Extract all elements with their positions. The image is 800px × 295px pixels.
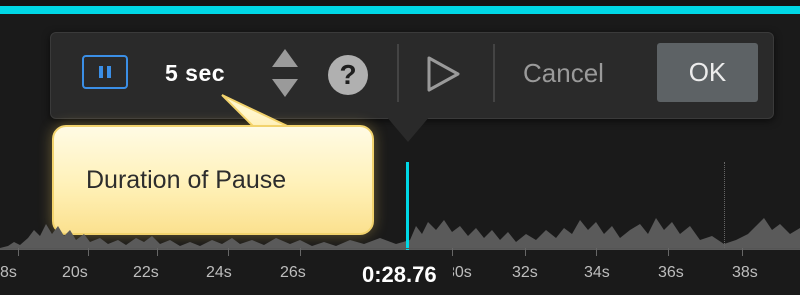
accent-line bbox=[0, 6, 800, 14]
ok-button[interactable]: OK bbox=[657, 43, 758, 102]
ruler-label: 26s bbox=[280, 264, 306, 281]
help-button[interactable]: ? bbox=[328, 55, 368, 95]
ruler-label: 34s bbox=[584, 264, 610, 281]
ruler-label: 8s bbox=[0, 264, 17, 281]
divider bbox=[397, 44, 399, 102]
ruler-tick bbox=[157, 248, 158, 256]
divider bbox=[493, 44, 495, 102]
ruler-label: 32s bbox=[512, 264, 538, 281]
play-button[interactable] bbox=[425, 55, 461, 93]
ruler-tick bbox=[596, 248, 597, 256]
play-icon bbox=[427, 56, 460, 92]
ruler-label: 20s bbox=[62, 264, 88, 281]
pause-button[interactable] bbox=[82, 55, 128, 89]
stepper-up-icon[interactable] bbox=[272, 49, 298, 67]
ruler-tick bbox=[742, 248, 743, 256]
marker-line bbox=[724, 162, 725, 248]
ruler-tick bbox=[452, 248, 453, 256]
ruler-label: 38s bbox=[732, 264, 758, 281]
current-time-readout: 0:28.76 bbox=[362, 262, 437, 287]
top-accent-bar bbox=[0, 0, 800, 14]
duration-stepper[interactable] bbox=[270, 47, 300, 99]
ruler-tick bbox=[668, 248, 669, 256]
ruler-tick bbox=[525, 248, 526, 256]
pause-icon bbox=[99, 66, 111, 78]
ruler-label: 36s bbox=[658, 264, 684, 281]
tooltip-text: Duration of Pause bbox=[86, 165, 287, 194]
duration-value: 5 sec bbox=[165, 60, 226, 86]
popup-pointer bbox=[386, 116, 430, 142]
ruler-tick bbox=[88, 248, 89, 256]
playhead[interactable] bbox=[406, 162, 409, 250]
ruler-tick bbox=[300, 248, 301, 256]
ruler-label: 22s bbox=[133, 264, 159, 281]
ruler-tick bbox=[228, 248, 229, 256]
ruler-tick bbox=[18, 248, 19, 256]
cancel-button[interactable]: Cancel bbox=[523, 58, 604, 89]
ruler-label: 24s bbox=[206, 264, 232, 281]
timeline-ruler bbox=[0, 248, 800, 249]
audio-waveform bbox=[0, 218, 800, 250]
